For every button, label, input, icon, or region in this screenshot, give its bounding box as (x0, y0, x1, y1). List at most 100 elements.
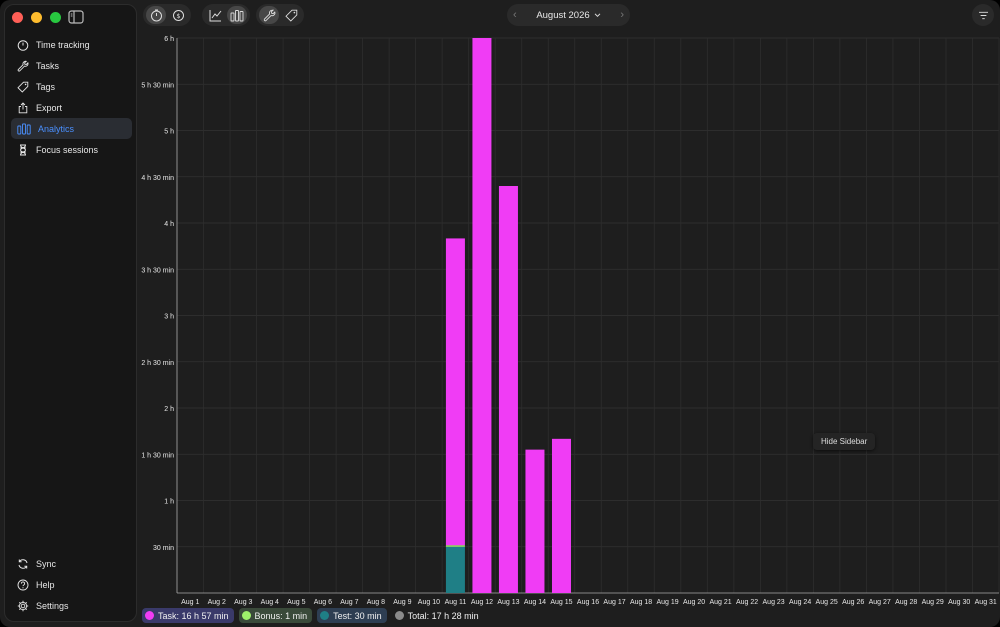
sidebar-item-label: Time tracking (36, 39, 90, 50)
sidebar-bottom-nav: Sync Help Settings (11, 553, 132, 616)
chart-type-toolbar-group (202, 4, 250, 26)
month-navigator: ‹ August 2026 › (507, 4, 630, 26)
bar-chart-button[interactable] (227, 6, 247, 24)
x-tick-label: Aug 3 (234, 599, 252, 606)
zoom-window-button[interactable] (50, 12, 61, 23)
y-tick-label: 30 min (153, 545, 174, 552)
y-tick-label: 2 h 30 min (141, 360, 174, 367)
sidebar: Time tracking Tasks Tags Export Analytic… (4, 4, 137, 622)
x-tick-label: Aug 16 (577, 599, 599, 606)
month-picker[interactable]: August 2026 (536, 10, 601, 21)
x-tick-label: Aug 14 (524, 599, 546, 606)
y-tick-label: 3 h (164, 314, 174, 321)
sidebar-item-time-tracking[interactable]: Time tracking (11, 34, 132, 55)
chart-legend: Task: 16 h 57 min Bonus: 1 min Test: 30 … (142, 608, 484, 623)
hourglass-icon (20, 144, 26, 155)
sidebar-item-settings[interactable]: Settings (11, 595, 132, 616)
x-tick-label: Aug 27 (869, 599, 891, 606)
x-tick-label: Aug 19 (656, 599, 678, 606)
bar-chart-icon (17, 123, 31, 134)
legend-item-task[interactable]: Task: 16 h 57 min (142, 608, 234, 623)
legend-item-test[interactable]: Test: 30 min (317, 608, 387, 623)
legend-dot (320, 611, 330, 620)
sidebar-item-label: Settings (36, 600, 69, 611)
sidebar-item-label: Analytics (38, 123, 75, 134)
toolbar: $ ‹ August 2026 › (137, 0, 1000, 32)
y-tick-label: 4 h 30 min (141, 175, 174, 182)
y-tick-label: 2 h (164, 406, 174, 413)
legend-label: Bonus: 1 min (254, 610, 308, 621)
hide-sidebar-tooltip: Hide Sidebar (813, 433, 876, 450)
window-controls (12, 12, 61, 23)
sidebar-toggle-icon[interactable] (68, 10, 84, 24)
close-window-button[interactable] (12, 12, 23, 23)
x-tick-label: Aug 20 (683, 599, 705, 606)
bar-task (551, 438, 571, 593)
bar-test (445, 546, 465, 593)
y-tick-label: 4 h (164, 221, 174, 228)
x-tick-label: Aug 31 (975, 599, 997, 606)
x-tick-label: Aug 10 (418, 599, 440, 606)
filter-button[interactable] (972, 4, 994, 26)
x-tick-label: Aug 5 (287, 599, 305, 606)
y-tick-label: 5 h 30 min (141, 82, 174, 89)
bar-bonus (445, 545, 465, 547)
help-icon (17, 579, 29, 590)
bar-task (525, 449, 545, 593)
x-tick-label: Aug 21 (709, 599, 731, 606)
sidebar-item-sync[interactable]: Sync (11, 553, 132, 574)
minimize-window-button[interactable] (31, 12, 42, 23)
stopwatch-icon (150, 9, 162, 21)
sync-icon (18, 558, 28, 569)
sidebar-item-analytics[interactable]: Analytics (11, 118, 132, 139)
tag-icon (284, 9, 297, 22)
x-tick-label: Aug 24 (789, 599, 811, 606)
tag-icon (17, 81, 29, 93)
x-tick-label: Aug 23 (763, 599, 785, 606)
legend-label: Total: 17 h 28 min (407, 610, 479, 621)
line-chart-icon (209, 9, 221, 21)
sidebar-item-tags[interactable]: Tags (11, 76, 132, 97)
legend-item-bonus[interactable]: Bonus: 1 min (238, 608, 313, 623)
app-window: Time tracking Tasks Tags Export Analytic… (0, 0, 1000, 627)
legend-dot (241, 611, 251, 620)
sidebar-item-help[interactable]: Help (11, 574, 132, 595)
stopwatch-icon (17, 39, 29, 51)
x-tick-label: Aug 13 (497, 599, 519, 606)
sidebar-item-label: Tags (36, 81, 56, 92)
wrench-icon (17, 60, 29, 72)
x-tick-label: Aug 7 (340, 599, 358, 606)
svg-text:$: $ (176, 12, 180, 20)
previous-month-button[interactable]: ‹ (513, 9, 517, 21)
legend-label: Task: 16 h 57 min (158, 610, 229, 621)
bar-chart-icon (230, 9, 244, 21)
y-tick-label: 6 h (164, 36, 174, 43)
bar-task (498, 186, 518, 593)
sidebar-item-label: Focus sessions (36, 144, 99, 155)
legend-label: Test: 30 min (333, 610, 382, 621)
x-tick-label: Aug 17 (603, 599, 625, 606)
x-tick-label: Aug 28 (895, 599, 917, 606)
group-by-tag-button[interactable] (281, 6, 301, 24)
stopwatch-button[interactable] (146, 6, 166, 24)
group-by-task-button[interactable] (259, 6, 279, 24)
y-tick-label: 5 h (164, 129, 174, 136)
line-chart-button[interactable] (205, 6, 225, 24)
next-month-button[interactable]: › (620, 9, 624, 21)
sidebar-item-focus-sessions[interactable]: Focus sessions (11, 139, 132, 160)
gear-icon (17, 600, 29, 611)
sidebar-nav: Time tracking Tasks Tags Export Analytic… (11, 34, 132, 160)
export-icon (18, 101, 28, 113)
y-tick-label: 3 h 30 min (141, 267, 174, 274)
legend-item-total: Total: 17 h 28 min (392, 608, 484, 623)
y-tick-label: 1 h (164, 499, 174, 506)
earnings-button[interactable]: $ (168, 6, 188, 24)
x-tick-label: Aug 29 (922, 599, 944, 606)
wrench-icon (263, 9, 275, 21)
sidebar-item-label: Export (36, 102, 63, 113)
x-tick-label: Aug 2 (208, 599, 226, 606)
y-tick-label: 1 h 30 min (141, 452, 174, 459)
sidebar-item-export[interactable]: Export (11, 97, 132, 118)
sidebar-item-tasks[interactable]: Tasks (11, 55, 132, 76)
timer-toolbar-group: $ (143, 4, 191, 26)
